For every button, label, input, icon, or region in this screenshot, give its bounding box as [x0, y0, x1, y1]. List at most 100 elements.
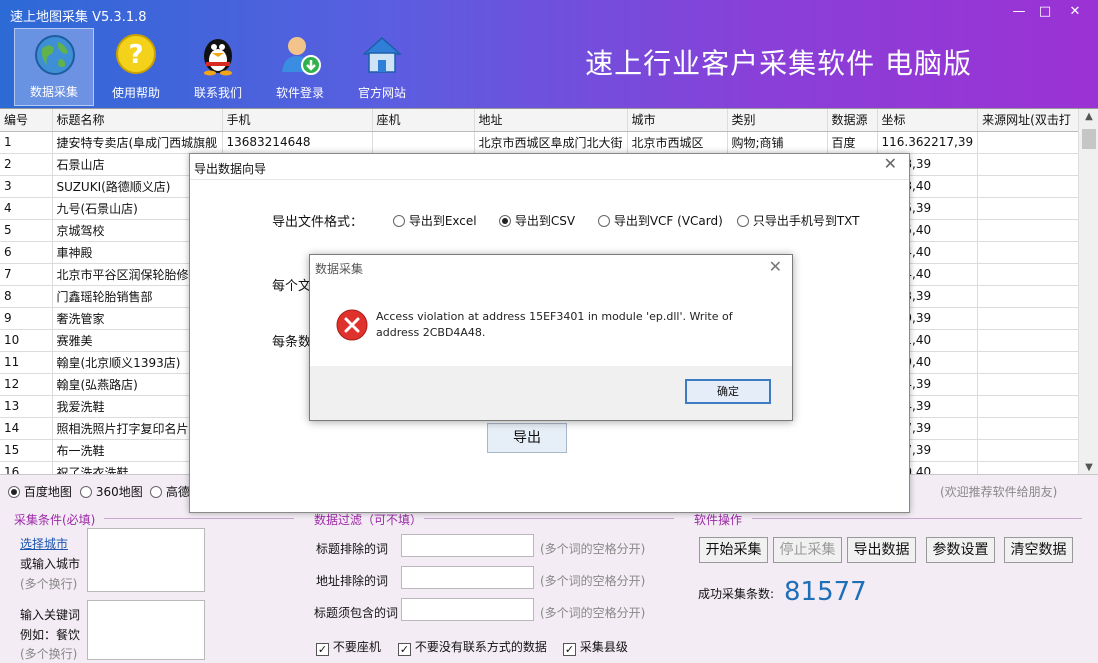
format-option-txt[interactable]: 只导出手机号到TXT: [737, 212, 860, 229]
radio-icon[interactable]: [598, 215, 610, 227]
clear-data-button[interactable]: 清空数据: [1004, 537, 1073, 563]
column-header[interactable]: 编号: [0, 109, 53, 132]
table-cell[interactable]: [977, 175, 1083, 198]
radio-icon[interactable]: [8, 486, 20, 498]
table-cell[interactable]: 购物;商铺: [727, 131, 828, 154]
toolbar-login[interactable]: 软件登录: [260, 28, 340, 106]
dialog-titlebar[interactable]: [190, 154, 909, 180]
close-button[interactable]: ✕: [1060, 2, 1090, 22]
table-cell[interactable]: 1: [0, 131, 53, 154]
table-cell[interactable]: [372, 131, 475, 154]
table-cell[interactable]: [977, 461, 1083, 474]
city-input[interactable]: [87, 528, 205, 592]
ok-button[interactable]: 确定: [685, 379, 771, 404]
table-cell[interactable]: 8: [0, 285, 53, 308]
table-cell[interactable]: 百度: [827, 131, 878, 154]
table-cell[interactable]: 12: [0, 373, 53, 396]
table-cell[interactable]: 116.362217,39: [877, 131, 979, 154]
maximize-button[interactable]: □: [1030, 2, 1060, 22]
radio-icon[interactable]: [150, 486, 162, 498]
export-button[interactable]: 导出: [487, 423, 567, 453]
rows-per-file-label: 每个文: [272, 279, 312, 294]
table-cell[interactable]: 4: [0, 197, 53, 220]
table-cell[interactable]: [977, 417, 1083, 440]
map-source-360[interactable]: 360地图: [80, 483, 143, 500]
scroll-down-icon[interactable]: ▼: [1079, 462, 1098, 473]
title-include-input[interactable]: [401, 598, 534, 621]
address-exclude-input[interactable]: [401, 566, 534, 589]
column-header[interactable]: 座机: [372, 109, 475, 132]
column-header[interactable]: 标题名称: [52, 109, 223, 132]
table-cell[interactable]: [977, 197, 1083, 220]
checkbox-checked-icon[interactable]: ✓: [398, 643, 411, 656]
table-cell[interactable]: 捷安特专卖店(阜成门西城旗舰: [52, 131, 223, 154]
table-cell[interactable]: [977, 439, 1083, 462]
table-cell[interactable]: 15: [0, 439, 53, 462]
table-cell[interactable]: 10: [0, 329, 53, 352]
toolbar-contact[interactable]: 联系我们: [178, 28, 258, 106]
vertical-scrollbar[interactable]: ▲ ▼: [1078, 109, 1098, 474]
stop-collect-button[interactable]: 停止采集: [773, 537, 842, 563]
table-cell[interactable]: [977, 307, 1083, 330]
toolbar-data-collect[interactable]: 数据采集: [14, 28, 94, 106]
table-cell[interactable]: 7: [0, 263, 53, 286]
map-source-baidu[interactable]: 百度地图: [8, 483, 72, 500]
column-header[interactable]: 坐标: [877, 109, 979, 132]
need-contact-checkbox[interactable]: ✓ 不要没有联系方式的数据: [398, 638, 547, 656]
svg-text:?: ?: [128, 40, 143, 70]
format-option-excel[interactable]: 导出到Excel: [393, 212, 477, 229]
checkbox-checked-icon[interactable]: ✓: [316, 643, 329, 656]
table-cell[interactable]: 13683214648: [222, 131, 373, 154]
table-cell[interactable]: 3: [0, 175, 53, 198]
checkbox-checked-icon[interactable]: ✓: [563, 643, 576, 656]
table-cell[interactable]: 13: [0, 395, 53, 418]
toolbar-help[interactable]: ? 使用帮助: [96, 28, 176, 106]
no-landline-checkbox[interactable]: ✓ 不要座机: [316, 638, 381, 656]
settings-button[interactable]: 参数设置: [926, 537, 995, 563]
column-header[interactable]: 手机: [222, 109, 373, 132]
table-row[interactable]: 1 捷安特专卖店(阜成门西城旗舰 13683214648 北京市西城区阜成门北大街 北京…: [0, 131, 1083, 154]
select-city-link[interactable]: 选择城市: [20, 535, 68, 552]
table-cell[interactable]: [977, 285, 1083, 308]
table-cell[interactable]: 11: [0, 351, 53, 374]
title-exclude-input[interactable]: [401, 534, 534, 557]
scroll-up-icon[interactable]: ▲: [1079, 111, 1098, 122]
table-cell[interactable]: 16: [0, 461, 53, 474]
column-header[interactable]: 城市: [627, 109, 728, 132]
column-header[interactable]: 地址: [474, 109, 628, 132]
close-icon[interactable]: ✕: [884, 154, 897, 173]
scroll-thumb[interactable]: [1082, 129, 1096, 149]
table-cell[interactable]: 北京市西城区阜成门北大街: [474, 131, 628, 154]
table-cell[interactable]: 9: [0, 307, 53, 330]
column-header[interactable]: 来源网址(双击打: [977, 109, 1083, 132]
toolbar-website[interactable]: 官方网站: [342, 28, 422, 106]
format-option-csv[interactable]: 导出到CSV: [499, 212, 575, 229]
table-cell[interactable]: 14: [0, 417, 53, 440]
table-cell[interactable]: [977, 329, 1083, 352]
radio-icon[interactable]: [737, 215, 749, 227]
table-cell[interactable]: [977, 351, 1083, 374]
table-cell[interactable]: 6: [0, 241, 53, 264]
table-cell[interactable]: [977, 219, 1083, 242]
table-cell[interactable]: [977, 263, 1083, 286]
table-cell[interactable]: [977, 395, 1083, 418]
column-header[interactable]: 数据源: [827, 109, 878, 132]
table-cell[interactable]: 2: [0, 153, 53, 176]
radio-icon[interactable]: [80, 486, 92, 498]
table-cell[interactable]: [977, 373, 1083, 396]
radio-icon[interactable]: [499, 215, 511, 227]
column-header[interactable]: 类别: [727, 109, 828, 132]
collect-county-checkbox[interactable]: ✓ 采集县级: [563, 638, 628, 656]
close-icon[interactable]: ✕: [769, 257, 782, 276]
format-option-vcf[interactable]: 导出到VCF (VCard): [598, 212, 723, 229]
table-cell[interactable]: [977, 131, 1083, 154]
table-cell[interactable]: [977, 241, 1083, 264]
radio-icon[interactable]: [393, 215, 405, 227]
map-source-gaode[interactable]: 高德: [150, 483, 190, 500]
start-collect-button[interactable]: 开始采集: [699, 537, 768, 563]
keyword-input[interactable]: [87, 600, 205, 660]
export-data-button[interactable]: 导出数据: [847, 537, 916, 563]
table-cell[interactable]: [977, 153, 1083, 176]
table-cell[interactable]: 5: [0, 219, 53, 242]
table-cell[interactable]: 北京市西城区: [627, 131, 728, 154]
